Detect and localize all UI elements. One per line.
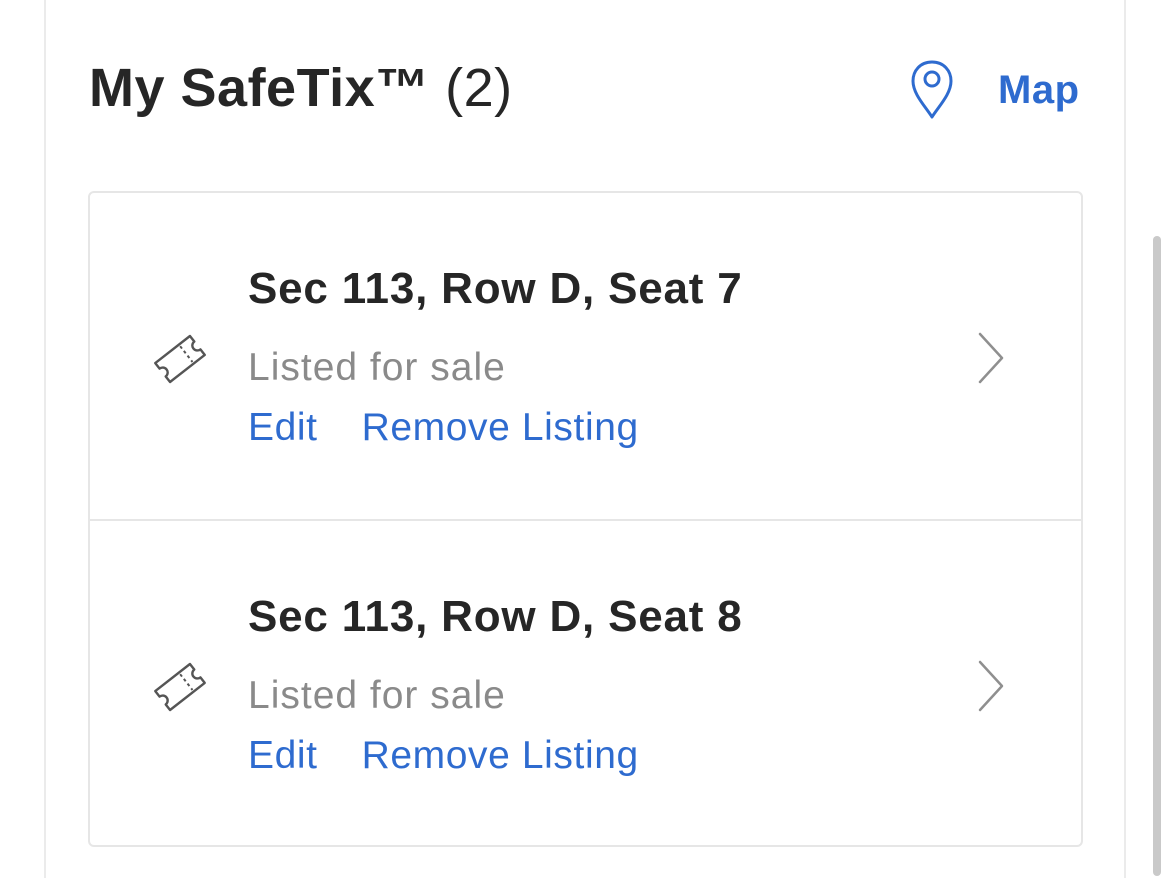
chevron-right-icon[interactable] — [974, 330, 1008, 391]
ticket-actions: Edit Remove Listing — [248, 731, 639, 781]
ticket-icon — [150, 329, 210, 394]
ticket-row[interactable]: Sec 113, Row D, Seat 8 Listed for sale E… — [90, 521, 1081, 847]
scrollbar[interactable] — [1153, 236, 1161, 876]
map-label: Map — [998, 67, 1080, 112]
ticket-row[interactable]: Sec 113, Row D, Seat 7 Listed for sale E… — [90, 193, 1081, 521]
chevron-right-icon[interactable] — [974, 658, 1008, 719]
remove-listing-link[interactable]: Remove Listing — [362, 403, 639, 453]
ticket-list: Sec 113, Row D, Seat 7 Listed for sale E… — [88, 191, 1083, 847]
map-button[interactable]: Map — [908, 58, 1080, 122]
remove-listing-link[interactable]: Remove Listing — [362, 731, 639, 781]
seat-location: Sec 113, Row D, Seat 8 — [248, 592, 743, 641]
ticket-actions: Edit Remove Listing — [248, 403, 639, 453]
page-title-text: My SafeTix™ — [89, 58, 430, 118]
listing-status: Listed for sale — [248, 674, 506, 717]
edit-link[interactable]: Edit — [248, 731, 318, 781]
seat-location: Sec 113, Row D, Seat 7 — [248, 264, 743, 313]
location-pin-icon — [908, 58, 956, 122]
ticket-icon — [150, 657, 210, 722]
ticket-count: (2) — [445, 58, 513, 118]
page-title: My SafeTix™ (2) — [89, 56, 513, 120]
listing-status: Listed for sale — [248, 346, 506, 389]
edit-link[interactable]: Edit — [248, 403, 318, 453]
